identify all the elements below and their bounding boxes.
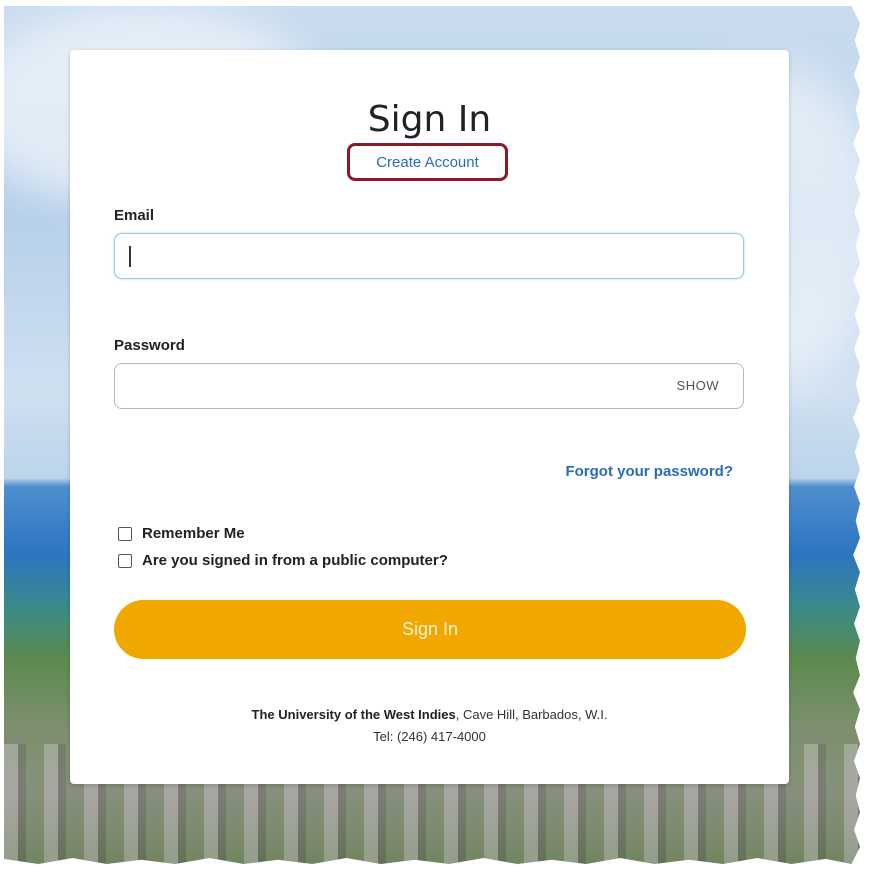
footer-tel: Tel: (246) 417-4000 xyxy=(373,729,486,744)
remember-me-label: Remember Me xyxy=(142,525,245,542)
show-password-button[interactable]: SHOW xyxy=(677,378,719,393)
footer-address: The University of the West Indies, Cave … xyxy=(70,704,789,726)
page-title: Sign In xyxy=(367,99,492,140)
password-label: Password xyxy=(114,337,185,354)
footer-institution: The University of the West Indies xyxy=(251,707,456,722)
email-label: Email xyxy=(114,207,155,224)
remember-me-option[interactable]: Remember Me xyxy=(118,525,245,542)
public-computer-checkbox[interactable] xyxy=(118,553,132,568)
footer: The University of the West Indies, Cave … xyxy=(70,704,789,748)
email-field[interactable] xyxy=(114,233,744,279)
screenshot-frame: Sign In Create Account Email Password SH… xyxy=(4,6,860,864)
remember-me-checkbox[interactable] xyxy=(118,526,132,541)
sign-in-button[interactable]: Sign In xyxy=(114,600,746,659)
sign-in-card: Sign In Create Account Email Password SH… xyxy=(70,50,789,784)
footer-location: , Cave Hill, Barbados, W.I. xyxy=(455,707,608,722)
text-caret xyxy=(129,246,131,267)
create-account-link[interactable]: Create Account xyxy=(347,143,508,181)
public-computer-label: Are you signed in from a public computer… xyxy=(142,552,448,569)
public-computer-option[interactable]: Are you signed in from a public computer… xyxy=(118,552,448,569)
forgot-password-link[interactable]: Forgot your password? xyxy=(565,463,733,480)
password-field[interactable]: SHOW xyxy=(114,363,744,409)
